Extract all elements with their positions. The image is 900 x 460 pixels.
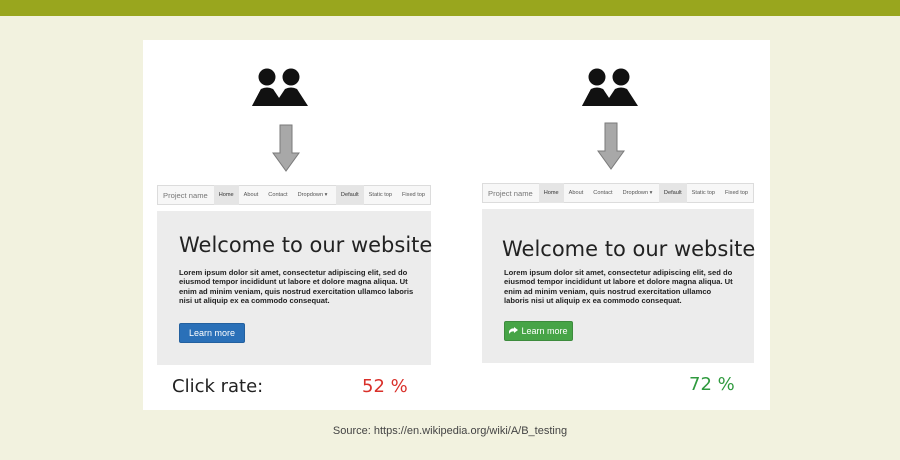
nav-item-fixed-top[interactable]: Fixed top bbox=[720, 183, 753, 203]
nav-item-contact[interactable]: Contact bbox=[263, 185, 292, 205]
arrow-down-icon bbox=[597, 122, 625, 170]
users-icon bbox=[252, 68, 308, 106]
jumbotron-text: Lorem ipsum dolor sit amet, consectetur … bbox=[179, 268, 414, 306]
nav-item-home[interactable]: Home bbox=[213, 185, 239, 205]
nav-item-contact[interactable]: Contact bbox=[588, 183, 617, 203]
users-icon bbox=[582, 68, 638, 106]
jumbotron-a: Welcome to our website Lorem ipsum dolor… bbox=[157, 211, 433, 365]
arrow-right-icon bbox=[509, 327, 519, 334]
jumbotron-text: Lorem ipsum dolor sit amet, consectetur … bbox=[504, 268, 733, 306]
nav-item-dropdown[interactable]: Dropdown ▾ bbox=[293, 185, 333, 205]
source-caption: Source: https://en.wikipedia.org/wiki/A/… bbox=[332, 425, 568, 437]
click-rate-label: Click rate: bbox=[172, 376, 264, 397]
jumbotron-title: Welcome to our website bbox=[502, 237, 756, 261]
nav-item-about[interactable]: About bbox=[564, 183, 589, 203]
learn-more-button[interactable]: Learn more bbox=[179, 323, 245, 343]
nav-item-fixed-top[interactable]: Fixed top bbox=[397, 185, 430, 205]
learn-more-button[interactable]: Learn more bbox=[504, 321, 573, 341]
nav-item-default[interactable]: Default bbox=[658, 183, 687, 203]
navbar-brand[interactable]: Project name bbox=[483, 189, 539, 198]
nav-item-dropdown[interactable]: Dropdown ▾ bbox=[618, 183, 658, 203]
click-rate-a: 52 % bbox=[362, 376, 408, 397]
navbar-brand[interactable]: Project name bbox=[158, 191, 214, 200]
learn-more-label: Learn more bbox=[521, 326, 568, 336]
navbar-b: Project name Home About Contact Dropdown… bbox=[482, 183, 754, 203]
click-rate-b: 72 % bbox=[689, 374, 735, 395]
nav-item-static-top[interactable]: Static top bbox=[364, 185, 397, 205]
header-bar bbox=[0, 0, 900, 16]
learn-more-label: Learn more bbox=[188, 328, 236, 338]
jumbotron-b: Welcome to our website Lorem ipsum dolor… bbox=[482, 209, 756, 363]
nav-item-home[interactable]: Home bbox=[538, 183, 564, 203]
jumbotron-title: Welcome to our website bbox=[179, 233, 433, 257]
nav-item-static-top[interactable]: Static top bbox=[687, 183, 720, 203]
navbar-a: Project name Home About Contact Dropdown… bbox=[157, 185, 431, 205]
arrow-down-icon bbox=[272, 124, 300, 172]
nav-item-default[interactable]: Default bbox=[335, 185, 364, 205]
nav-item-about[interactable]: About bbox=[239, 185, 264, 205]
diagram-panel: Project name Home About Contact Dropdown… bbox=[143, 40, 770, 410]
